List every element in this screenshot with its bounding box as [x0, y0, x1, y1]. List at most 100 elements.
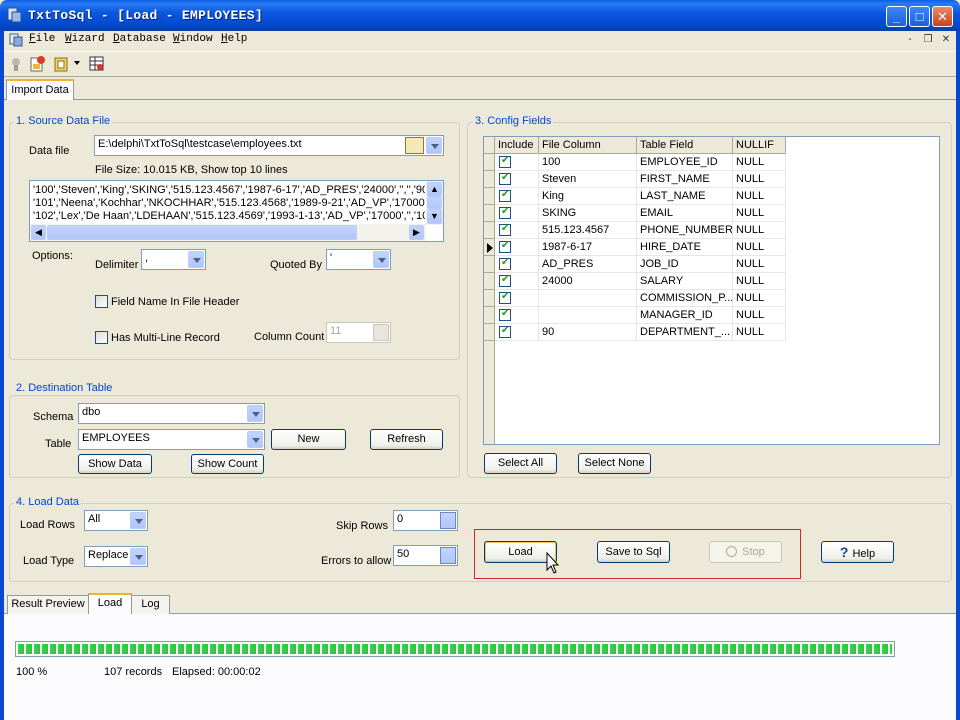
col-header-file-column[interactable]: File Column: [539, 137, 637, 154]
menu-database[interactable]: Database: [113, 33, 166, 45]
file-column-cell[interactable]: 90: [539, 324, 637, 341]
chevron-down-icon[interactable]: [247, 431, 263, 448]
table-field-cell[interactable]: LAST_NAME: [637, 188, 733, 205]
table-field-cell[interactable]: PHONE_NUMBER: [637, 222, 733, 239]
chevron-down-icon[interactable]: [130, 548, 146, 565]
file-column-cell[interactable]: [539, 290, 637, 307]
config-fields-grid[interactable]: Include File Column Table Field NULLIF 1…: [483, 136, 940, 445]
stop-button[interactable]: Stop: [709, 541, 782, 563]
tab-load[interactable]: Load: [88, 593, 132, 614]
nullif-cell[interactable]: NULL: [733, 290, 786, 307]
include-checkbox[interactable]: [499, 206, 511, 219]
mdi-close-button[interactable]: ✕: [939, 33, 953, 47]
nullif-cell[interactable]: NULL: [733, 154, 786, 171]
memo-vscrollbar[interactable]: ▲ ▼: [426, 181, 443, 225]
tab-log[interactable]: Log: [131, 595, 170, 614]
table-view-icon[interactable]: [88, 55, 106, 73]
chevron-down-icon[interactable]: [373, 251, 389, 268]
table-field-cell[interactable]: MANAGER_ID: [637, 307, 733, 324]
file-column-cell[interactable]: SKING: [539, 205, 637, 222]
include-checkbox[interactable]: [499, 155, 511, 168]
open-file-icon[interactable]: [29, 55, 47, 73]
table-select[interactable]: EMPLOYEES: [78, 429, 265, 450]
include-cell[interactable]: [495, 154, 539, 171]
save-to-sql-button[interactable]: Save to Sql: [597, 541, 670, 563]
scroll-thumb[interactable]: [427, 197, 442, 209]
file-preview-memo[interactable]: '100','Steven','King','SKING','515.123.4…: [29, 180, 444, 242]
include-cell[interactable]: [495, 222, 539, 239]
table-field-cell[interactable]: EMPLOYEE_ID: [637, 154, 733, 171]
table-field-cell[interactable]: DEPARTMENT_...: [637, 324, 733, 341]
connect-icon[interactable]: [7, 55, 25, 73]
scroll-right-icon[interactable]: ▶: [409, 225, 424, 240]
skip-rows-spinner[interactable]: 0: [393, 510, 458, 531]
chevron-down-icon[interactable]: [188, 251, 204, 268]
file-column-cell[interactable]: 515.123.4567: [539, 222, 637, 239]
chevron-down-icon[interactable]: [426, 137, 442, 154]
col-header-include[interactable]: Include: [495, 137, 539, 154]
include-checkbox[interactable]: [499, 257, 511, 270]
file-column-cell[interactable]: 24000: [539, 273, 637, 290]
nullif-cell[interactable]: NULL: [733, 307, 786, 324]
include-checkbox[interactable]: [499, 308, 511, 321]
load-rows-select[interactable]: All: [84, 510, 148, 531]
include-cell[interactable]: [495, 307, 539, 324]
include-cell[interactable]: [495, 171, 539, 188]
include-checkbox[interactable]: [499, 223, 511, 236]
nullif-cell[interactable]: NULL: [733, 222, 786, 239]
memo-hscrollbar[interactable]: ◀ ▶: [30, 224, 426, 241]
menu-file[interactable]: File: [29, 33, 55, 45]
spin-icon[interactable]: [440, 547, 456, 564]
help-button[interactable]: ? Help: [821, 541, 894, 563]
new-table-button[interactable]: New: [271, 429, 346, 450]
minimize-button[interactable]: _: [886, 6, 907, 27]
select-all-button[interactable]: Select All: [484, 453, 557, 474]
include-cell[interactable]: [495, 205, 539, 222]
include-checkbox[interactable]: [499, 172, 511, 185]
table-field-cell[interactable]: JOB_ID: [637, 256, 733, 273]
mdi-minimize-button[interactable]: -: [903, 33, 917, 47]
field-name-header-checkbox[interactable]: [95, 295, 108, 308]
file-column-cell[interactable]: Steven: [539, 171, 637, 188]
menu-wizard[interactable]: Wizard: [65, 33, 105, 45]
nullif-cell[interactable]: NULL: [733, 171, 786, 188]
nullif-cell[interactable]: NULL: [733, 324, 786, 341]
chevron-down-icon[interactable]: [130, 512, 146, 529]
include-cell[interactable]: [495, 239, 539, 256]
nullif-cell[interactable]: NULL: [733, 256, 786, 273]
close-window-button[interactable]: ✕: [932, 6, 953, 27]
include-cell[interactable]: [495, 324, 539, 341]
tab-result-preview[interactable]: Result Preview: [7, 595, 89, 614]
include-cell[interactable]: [495, 188, 539, 205]
col-header-table-field[interactable]: Table Field: [637, 137, 733, 154]
include-cell[interactable]: [495, 290, 539, 307]
load-type-select[interactable]: Replace: [84, 546, 148, 567]
nullif-cell[interactable]: NULL: [733, 188, 786, 205]
file-column-cell[interactable]: [539, 307, 637, 324]
chevron-down-icon[interactable]: [247, 405, 263, 422]
tab-import-data[interactable]: Import Data: [6, 79, 74, 100]
data-file-combo[interactable]: E:\delphi\TxtToSql\testcase\employees.tx…: [94, 135, 444, 156]
multi-line-checkbox[interactable]: [95, 331, 108, 344]
table-field-cell[interactable]: HIRE_DATE: [637, 239, 733, 256]
table-field-cell[interactable]: COMMISSION_P...: [637, 290, 733, 307]
include-checkbox[interactable]: [499, 325, 511, 338]
include-cell[interactable]: [495, 273, 539, 290]
table-field-cell[interactable]: FIRST_NAME: [637, 171, 733, 188]
maximize-button[interactable]: □: [909, 6, 930, 27]
include-checkbox[interactable]: [499, 291, 511, 304]
wizard-icon[interactable]: [53, 55, 71, 73]
file-column-cell[interactable]: 100: [539, 154, 637, 171]
table-field-cell[interactable]: SALARY: [637, 273, 733, 290]
show-count-button[interactable]: Show Count: [191, 454, 264, 474]
mdi-restore-button[interactable]: ❐: [921, 33, 935, 47]
scroll-up-icon[interactable]: ▲: [427, 182, 442, 197]
nullif-cell[interactable]: NULL: [733, 205, 786, 222]
spin-icon[interactable]: [440, 512, 456, 529]
refresh-button[interactable]: Refresh: [370, 429, 443, 450]
file-column-cell[interactable]: AD_PRES: [539, 256, 637, 273]
scroll-left-icon[interactable]: ◀: [31, 225, 46, 240]
menu-window[interactable]: Window: [173, 33, 213, 45]
errors-to-allow-spinner[interactable]: 50: [393, 545, 458, 566]
delimiter-select[interactable]: ,: [141, 249, 206, 270]
